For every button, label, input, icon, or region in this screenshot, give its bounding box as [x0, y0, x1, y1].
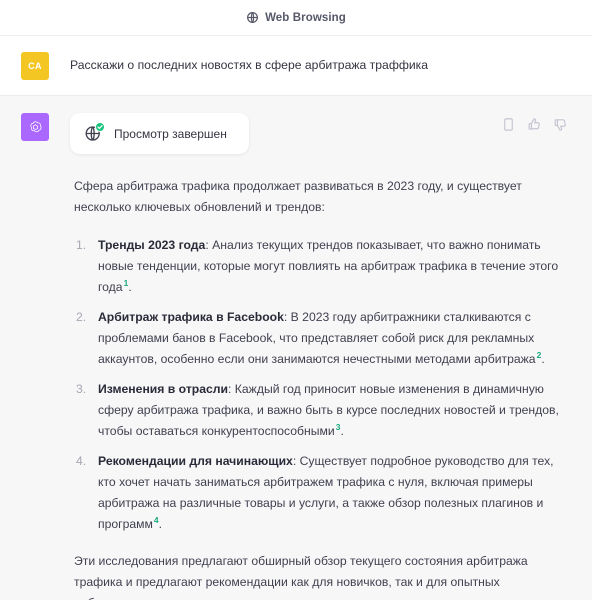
avatar [21, 113, 49, 141]
chat-window: Web Browsing CA Расскажи о последних нов… [0, 0, 592, 600]
list-item: Рекомендации для начинающих: Существует … [76, 451, 570, 535]
assistant-avatar-column [0, 112, 70, 600]
assistant-message-content: Просмотр завершен Сфера арбитража трафик… [70, 112, 592, 600]
message-actions [501, 112, 570, 132]
list-item-title: Тренды 2023 года [98, 238, 206, 252]
check-badge-icon [95, 122, 105, 132]
list-item-tail: . [128, 280, 132, 294]
header-title-group: Web Browsing [246, 11, 346, 24]
assistant-prose: Сфера арбитража трафика продолжает разви… [70, 176, 570, 600]
thumbs-up-icon[interactable] [527, 117, 542, 132]
browse-status-label: Просмотр завершен [114, 126, 227, 141]
list-item-tail: . [158, 517, 163, 531]
openai-logo-icon [27, 119, 44, 136]
assistant-message-row: Просмотр завершен Сфера арбитража трафик… [0, 96, 592, 600]
page-header: Web Browsing [0, 0, 592, 36]
globe-icon [246, 11, 259, 24]
user-message-row: CA Расскажи о последних новостях в сфере… [0, 36, 592, 96]
list-item: Арбитраж трафика в Facebook: В 2023 году… [76, 307, 570, 370]
list-item-title: Изменения в отрасли [98, 382, 229, 396]
list-item-tail: . [340, 424, 344, 438]
page-title: Web Browsing [265, 11, 346, 24]
summary-paragraph: Эти исследования предлагают обширный обз… [74, 554, 528, 600]
copy-icon[interactable] [501, 117, 516, 132]
browse-status-chip[interactable]: Просмотр завершен [70, 113, 249, 154]
intro-paragraph: Сфера арбитража трафика продолжает разви… [74, 179, 522, 214]
globe-check-icon [84, 122, 105, 143]
assistant-top-row: Просмотр завершен [70, 112, 570, 154]
list-item-title: Рекомендации для начинающих [98, 454, 293, 468]
list-item-title: Арбитраж трафика в Facebook [98, 310, 284, 324]
user-avatar-column: CA [0, 51, 70, 80]
list-item-tail: . [541, 352, 545, 366]
list-item: Изменения в отрасли: Каждый год приносит… [76, 379, 570, 442]
user-message-content: Расскажи о последних новостях в сфере ар… [70, 51, 592, 80]
list-item: Тренды 2023 года: Анализ текущих трендов… [76, 235, 570, 298]
thumbs-down-icon[interactable] [553, 117, 568, 132]
avatar: CA [21, 52, 49, 80]
user-message-text: Расскажи о последних новостях в сфере ар… [70, 58, 429, 72]
trends-list: Тренды 2023 года: Анализ текущих трендов… [74, 235, 570, 535]
